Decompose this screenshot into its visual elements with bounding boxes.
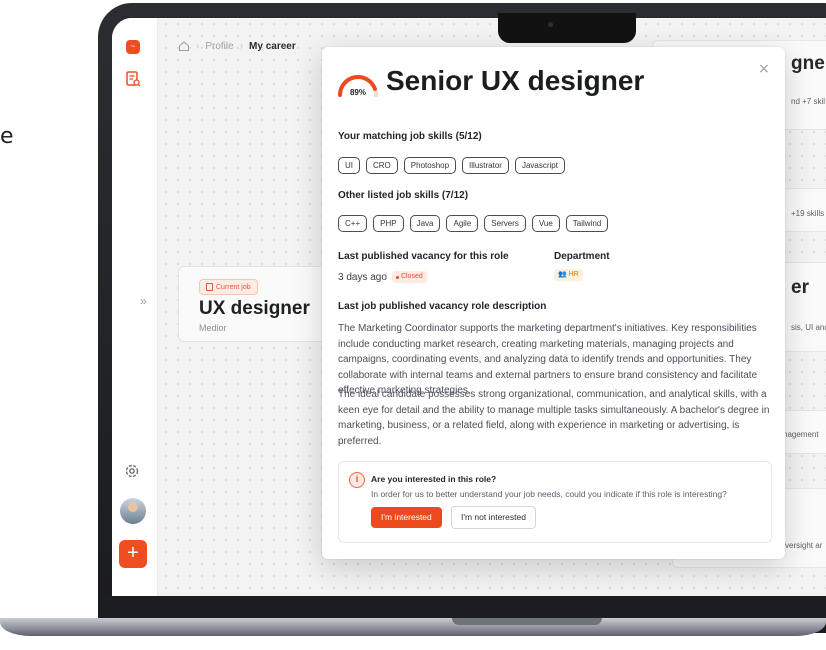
bg-card-bottom-text: versight ar <box>785 541 823 550</box>
breadcrumb-separator: › <box>239 40 244 52</box>
skill-tag: Illustrator <box>462 157 509 174</box>
gear-icon[interactable] <box>123 462 141 480</box>
app-screen: ~ » + › Profile › My career Current job <box>112 18 826 596</box>
matching-skills-list: UI CRO Photoshop Illustrator Javascript <box>338 157 565 174</box>
skill-tag: UI <box>338 157 360 174</box>
close-icon[interactable]: × <box>758 61 770 77</box>
skill-tag: Agile <box>446 215 479 232</box>
people-icon: 👥 <box>558 271 567 278</box>
laptop-bezel-bottom <box>98 596 826 620</box>
bg-card-middle-title: er <box>791 277 809 298</box>
other-skills-list: C++ PHP Java Agile Servers Vue Tailwind <box>338 215 609 232</box>
info-icon: i <box>349 472 365 488</box>
skill-tag: Servers <box>484 215 526 232</box>
skill-tag: Java <box>409 215 441 232</box>
vacancy-value: 3 days ago Closed <box>338 271 427 283</box>
app-logo-icon[interactable]: ~ <box>126 40 140 54</box>
bg-card-middle-sub: sis, UI and <box>791 323 826 332</box>
briefcase-icon <box>206 283 213 291</box>
status-dot-icon <box>395 275 399 279</box>
department-badge: 👥 HR <box>554 269 583 281</box>
expand-sidebar-icon[interactable]: » <box>140 294 147 308</box>
interest-question: Are you interested in this role? <box>371 474 497 484</box>
current-job-badge-label: Current job <box>216 283 251 291</box>
laptop-camera <box>548 22 553 27</box>
vacancy-date: 3 days ago <box>338 271 387 283</box>
bg-card-top-title: gner <box>791 53 826 74</box>
description-paragraph-2: The ideal candidate possesses strong org… <box>338 389 770 447</box>
current-job-card[interactable]: Current job UX designer Medior <box>178 266 328 342</box>
laptop-base <box>0 618 826 636</box>
status-badge: Closed <box>391 271 427 283</box>
interest-prompt: i Are you interested in this role? In or… <box>338 461 772 543</box>
skill-tag: Photoshop <box>403 157 457 174</box>
skill-tag: Javascript <box>514 157 565 174</box>
sidebar: ~ » + <box>112 18 158 596</box>
skill-tag: PHP <box>373 215 404 232</box>
department-value: HR <box>568 271 579 278</box>
breadcrumb: › Profile › My career <box>178 40 296 52</box>
bg-card-lower-text: nagement <box>783 430 819 439</box>
modal-title: Senior UX designer <box>386 65 645 96</box>
document-search-icon[interactable] <box>124 70 142 88</box>
skill-tag: CRO <box>366 157 398 174</box>
status-badge-label: Closed <box>400 273 423 280</box>
matching-skills-label: Your matching job skills (5/12) <box>338 131 482 142</box>
home-icon[interactable] <box>178 40 190 52</box>
laptop-base-groove <box>452 618 602 625</box>
partial-heading-text: e <box>0 124 14 149</box>
department-label: Department <box>554 251 610 262</box>
match-percent: 89% <box>349 88 366 97</box>
current-job-level: Medior <box>199 323 227 333</box>
interest-subtitle: In order for us to better understand you… <box>371 489 727 499</box>
not-interested-button[interactable]: I'm not interested <box>451 506 536 529</box>
user-avatar[interactable] <box>120 498 146 524</box>
breadcrumb-separator: › <box>196 40 200 52</box>
breadcrumb-item-my-career: My career <box>249 40 296 52</box>
vacancy-label: Last published vacancy for this role <box>338 251 509 262</box>
description-label: Last job published vacancy role descript… <box>338 301 547 312</box>
skill-tag: Vue <box>531 215 560 232</box>
bg-card-skills-more: +19 skills <box>791 209 825 218</box>
skill-tag: Tailwind <box>565 215 609 232</box>
interested-button[interactable]: I'm interested <box>371 507 442 528</box>
laptop-notch <box>498 13 636 43</box>
current-job-badge: Current job <box>199 279 258 295</box>
current-job-title: UX designer <box>199 298 310 319</box>
breadcrumb-item-profile[interactable]: Profile <box>205 41 233 52</box>
skill-tag: C++ <box>338 215 368 232</box>
add-button[interactable]: + <box>119 540 147 568</box>
bg-card-top-sub: nd +7 skil <box>791 97 826 106</box>
role-details-modal: × 89% Senior UX designer Your matching j… <box>322 47 785 559</box>
other-skills-label: Other listed job skills (7/12) <box>338 190 469 201</box>
